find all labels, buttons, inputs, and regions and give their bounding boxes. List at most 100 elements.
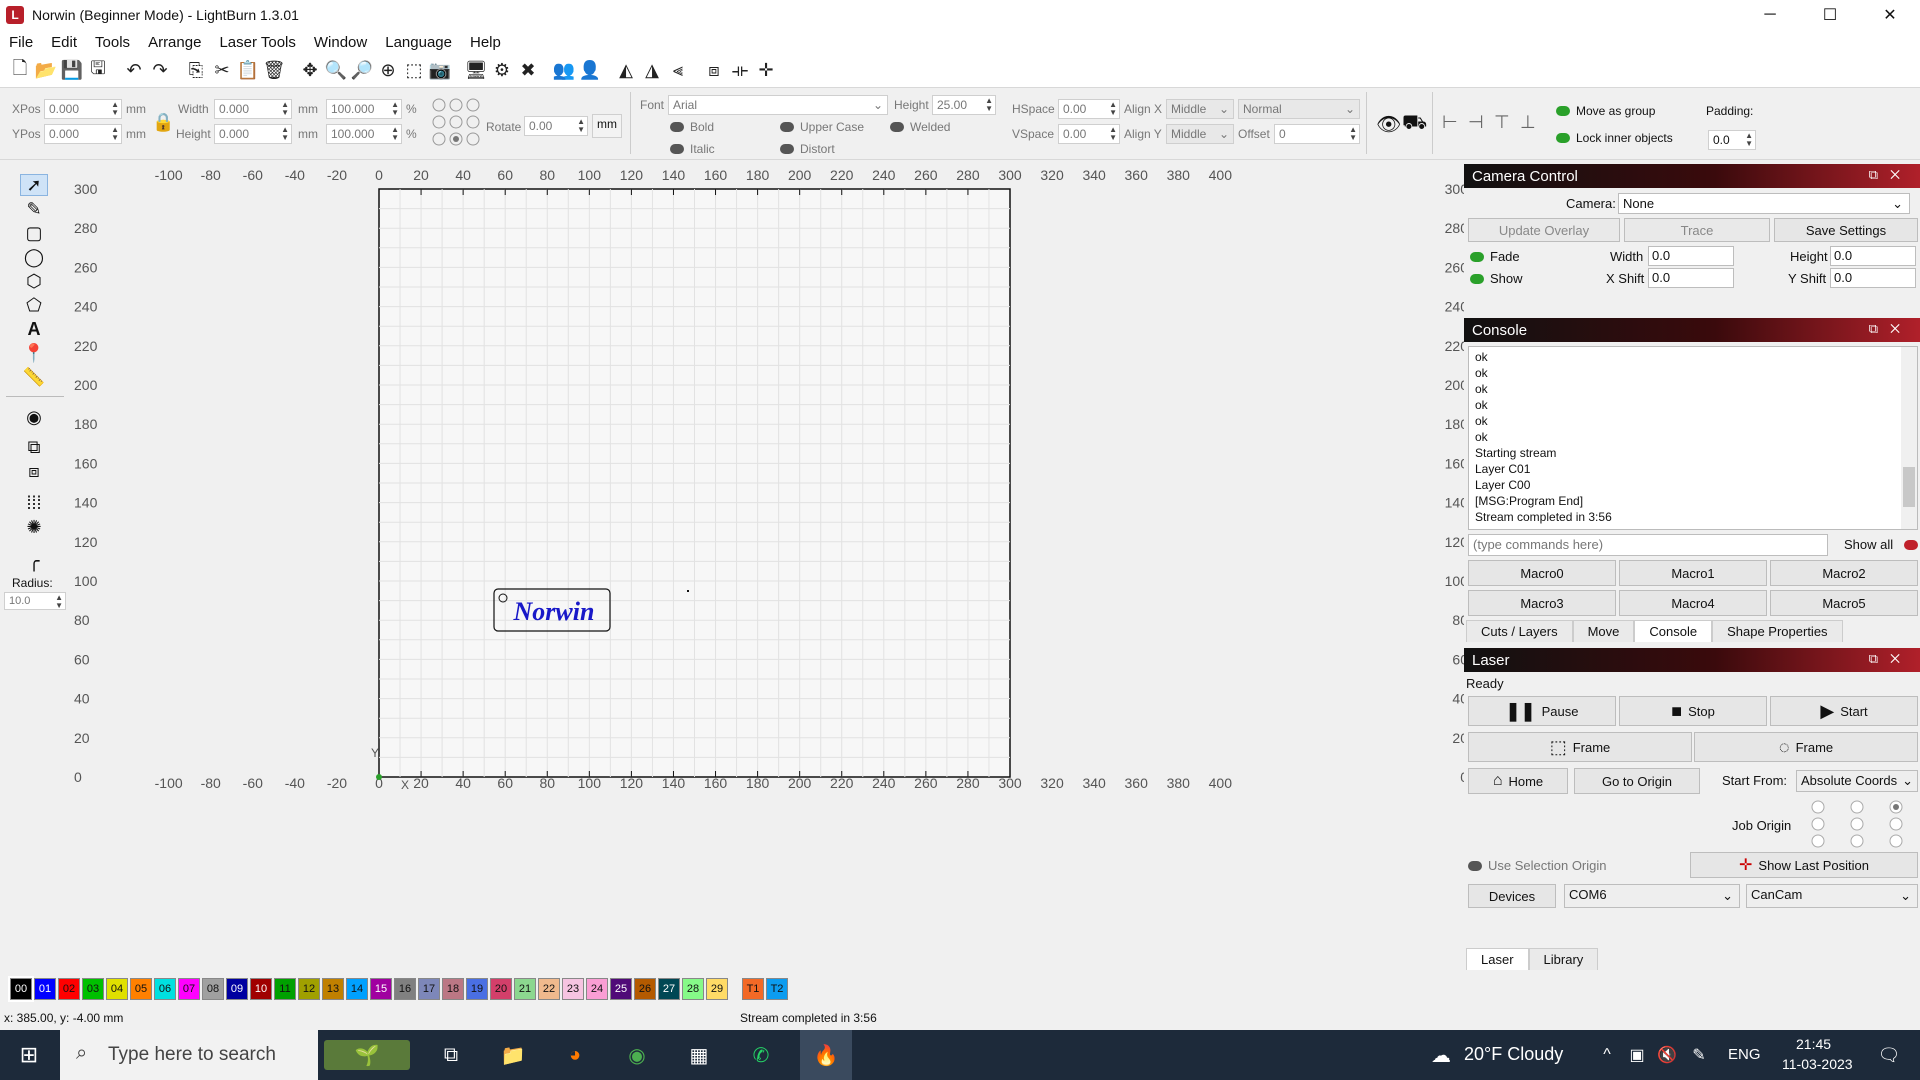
chrome-icon[interactable]: ◉ (620, 1040, 654, 1070)
layer-color-15[interactable]: 15 (370, 978, 392, 1000)
upper-case-toggle[interactable]: Upper Case (780, 120, 864, 134)
spacing-icon[interactable]: ⟛ (728, 59, 752, 83)
layer-color-14[interactable]: 14 (346, 978, 368, 1000)
start-button[interactable]: ▶ Start (1770, 696, 1918, 726)
pan-icon[interactable]: ✥ (298, 59, 322, 83)
undo-icon[interactable]: ↶ (122, 59, 146, 83)
align-y-select[interactable]: Middle ⌄ (1166, 124, 1234, 144)
font-select[interactable]: Arial ⌄ (668, 95, 888, 115)
tab-cuts-layers[interactable]: Cuts / Layers (1466, 620, 1573, 642)
laser-head-icon[interactable]: ⛟ (1402, 112, 1427, 137)
menu-arrange[interactable]: Arrange (139, 34, 210, 51)
language-indicator[interactable]: ENG (1728, 1046, 1761, 1063)
bold-toggle[interactable]: Bold (670, 120, 714, 134)
layer-color-20[interactable]: 20 (490, 978, 512, 1000)
layer-color-13[interactable]: 13 (322, 978, 344, 1000)
taskbar-search-box[interactable]: ⌕ Type here to search (60, 1030, 318, 1080)
align-bottom-edges-icon[interactable]: ⊥ (1520, 112, 1536, 133)
show-last-position-button[interactable]: ✛ Show Last Position (1690, 852, 1918, 878)
rectangle-tool-icon[interactable]: ▢ (20, 222, 48, 244)
home-button[interactable]: ⌂ Home (1468, 768, 1568, 794)
open-file-icon[interactable]: 📂 (34, 59, 58, 83)
firefox-icon[interactable]: ◕ (558, 1040, 592, 1070)
camera-width-input[interactable]: 0.0 (1648, 246, 1734, 266)
frame-rect-button[interactable]: ⬚ Frame (1468, 732, 1692, 762)
port-select[interactable]: COM6 ⌄ (1564, 884, 1740, 908)
pause-button[interactable]: ❚❚ Pause (1468, 696, 1616, 726)
ungroup-icon[interactable]: 👤 (578, 59, 602, 83)
device-select[interactable]: CanCam ⌄ (1746, 884, 1918, 908)
show-all-toggle[interactable] (1904, 540, 1918, 550)
layer-color-07[interactable]: 07 (178, 978, 200, 1000)
layer-color-01[interactable]: 01 (34, 978, 56, 1000)
width-percent-input[interactable]: 100.000 ▲ ▼ (326, 99, 402, 119)
layer-color-25[interactable]: 25 (610, 978, 632, 1000)
camera-select[interactable]: None ⌄ (1618, 193, 1910, 214)
macro3-button[interactable]: Macro3 (1468, 590, 1616, 616)
anchor-point-grid[interactable] (430, 96, 482, 148)
design-canvas[interactable]: -100 -100 -80 -80 -60 -60 -40 -40 -20 -20 0 0 20 20 40… (70, 160, 1470, 980)
camera-capture-icon[interactable]: 📷 (428, 59, 452, 83)
clock-date[interactable]: 11-03-2023 (1782, 1056, 1853, 1072)
radius-input[interactable]: 10.0 ▲ ▼ (4, 592, 66, 610)
layer-color-28[interactable]: 28 (682, 978, 704, 1000)
macro4-button[interactable]: Macro4 (1619, 590, 1767, 616)
menu-file[interactable]: File (0, 34, 42, 51)
layer-color-05[interactable]: 05 (130, 978, 152, 1000)
layer-color-10[interactable]: 10 (250, 978, 272, 1000)
eye-icon[interactable]: 👁 (1376, 112, 1401, 137)
layer-color-21[interactable]: 21 (514, 978, 536, 1000)
measure-tool-icon[interactable]: 📏 (20, 366, 48, 388)
machine-settings-icon[interactable]: ✖ (516, 59, 540, 83)
monitor-icon[interactable]: 🖥 (464, 59, 488, 83)
width-input[interactable]: 0.000 ▲ ▼ (214, 99, 292, 119)
zoom-out-icon[interactable]: 🔎 (350, 59, 374, 83)
cut-icon[interactable]: ✂ (210, 59, 234, 83)
job-origin-grid[interactable] (1804, 798, 1914, 850)
layer-color-03[interactable]: 03 (82, 978, 104, 1000)
boolean-union-icon[interactable]: ⧉ (20, 436, 48, 458)
zoom-page-icon[interactable]: ⊕ (376, 59, 400, 83)
panel-float-close-icons[interactable]: ⧉✕ (1869, 321, 1912, 337)
close-button[interactable]: ✕ (1860, 0, 1920, 30)
layer-color-02[interactable]: 02 (58, 978, 80, 1000)
zoom-in-icon[interactable]: 🔍 (324, 59, 348, 83)
whatsapp-icon[interactable]: ✆ (744, 1040, 778, 1070)
polygon-tool-icon[interactable]: ⬡ (20, 270, 48, 292)
settings-icon[interactable]: ⚙ (490, 59, 514, 83)
notification-icon[interactable]: 🗨 (1872, 1040, 1906, 1070)
layer-color-00[interactable]: 00 (8, 976, 34, 1002)
menu-window[interactable]: Window (305, 34, 376, 51)
offset-shapes-icon[interactable]: ◉ (20, 406, 48, 428)
flip-horizontal-icon[interactable]: ◭ (614, 59, 638, 83)
rotate-input[interactable]: 0.00 ▲ ▼ (524, 116, 588, 136)
layer-color-09[interactable]: 09 (226, 978, 248, 1000)
panel-float-close-icons[interactable]: ⧉✕ (1869, 651, 1912, 667)
padding-input[interactable]: 0.0 ▲ ▼ (1708, 130, 1756, 150)
ellipse-tool-icon[interactable]: ◯ (20, 246, 48, 268)
layer-color-26[interactable]: 26 (634, 978, 656, 1000)
clock-time[interactable]: 21:45 (1796, 1036, 1831, 1052)
layer-color-23[interactable]: 23 (562, 978, 584, 1000)
layer-color-12[interactable]: 12 (298, 978, 320, 1000)
menu-laser-tools[interactable]: Laser Tools (210, 34, 304, 51)
save-icon[interactable]: 💾 (60, 59, 84, 83)
pen-tool-icon[interactable]: ✎ (20, 198, 48, 220)
microsoft-store-icon[interactable]: ▦ (682, 1040, 716, 1070)
use-selection-origin-toggle[interactable]: Use Selection Origin (1468, 858, 1607, 873)
tray-device-icon[interactable]: ▣ (1620, 1040, 1654, 1070)
hspace-input[interactable]: 0.00 ▲ ▼ (1058, 99, 1120, 119)
distort-toggle[interactable]: Distort (780, 142, 835, 156)
tab-library[interactable]: Library (1528, 948, 1599, 970)
tray-chevron-icon[interactable]: ^ (1590, 1040, 1624, 1070)
boolean-weld-icon[interactable]: ⧈ (20, 460, 48, 482)
xpos-input[interactable]: 0.000 ▲ ▼ (44, 99, 122, 119)
file-explorer-icon[interactable]: 📁 (496, 1040, 530, 1070)
macro1-button[interactable]: Macro1 (1619, 560, 1767, 586)
console-scrollbar[interactable] (1901, 347, 1917, 529)
layer-color-06[interactable]: 06 (154, 978, 176, 1000)
taskbar-highlight-image-icon[interactable]: 🌱 (324, 1040, 410, 1070)
grid-array-icon[interactable]: ⁞⁞⁞ (20, 492, 48, 514)
align-left-icon[interactable]: ⫷ (666, 59, 690, 83)
maximize-button[interactable]: ☐ (1800, 0, 1860, 30)
